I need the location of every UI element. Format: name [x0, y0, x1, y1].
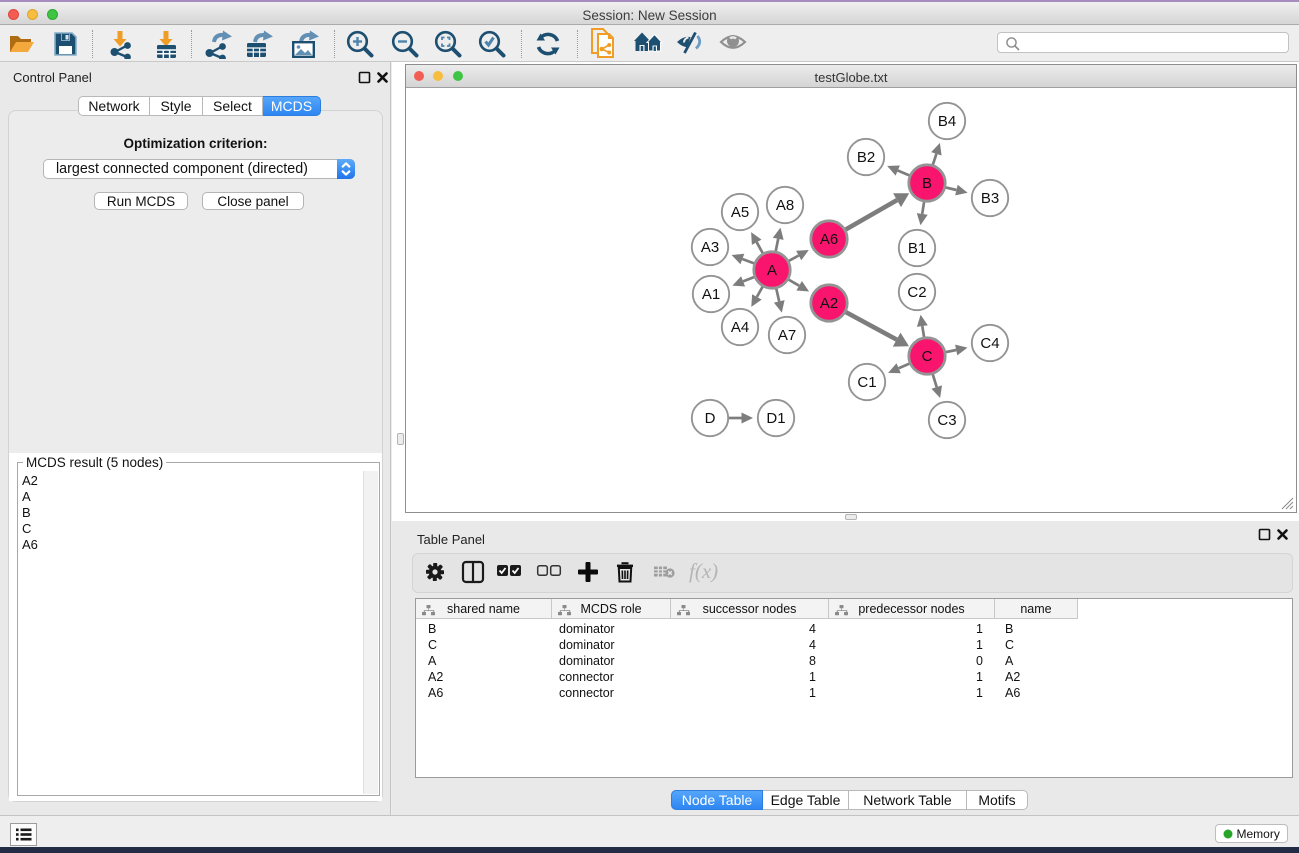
svg-text:D: D [705, 410, 716, 427]
svg-text:B3: B3 [981, 190, 999, 207]
svg-text:A1: A1 [702, 286, 720, 303]
svg-text:A4: A4 [731, 319, 749, 336]
svg-text:B2: B2 [857, 149, 875, 166]
svg-text:C: C [922, 348, 933, 365]
svg-text:C1: C1 [857, 374, 876, 391]
svg-text:A6: A6 [820, 231, 838, 248]
svg-text:A: A [767, 262, 777, 279]
svg-text:A3: A3 [701, 239, 719, 256]
svg-text:A5: A5 [731, 204, 749, 221]
svg-text:C4: C4 [980, 335, 999, 352]
svg-text:C2: C2 [907, 284, 926, 301]
svg-text:B: B [922, 175, 932, 192]
svg-text:B4: B4 [938, 113, 956, 130]
svg-text:B1: B1 [908, 240, 926, 257]
svg-text:D1: D1 [766, 410, 785, 427]
svg-text:A8: A8 [776, 197, 794, 214]
svg-text:C3: C3 [937, 412, 956, 429]
svg-text:A2: A2 [820, 295, 838, 312]
svg-text:A7: A7 [778, 327, 796, 344]
